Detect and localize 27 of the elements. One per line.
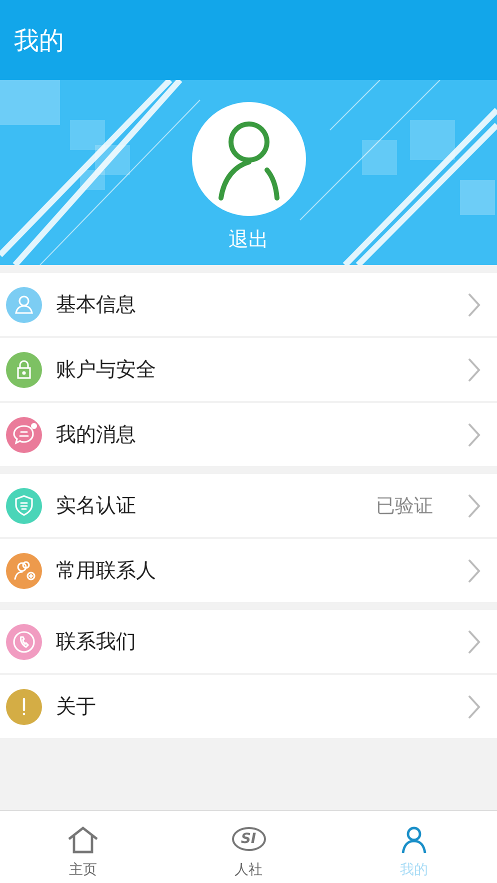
- menu-label: 我的消息: [56, 421, 137, 448]
- si-logo-icon: SI: [232, 827, 266, 851]
- menu-row[interactable]: 账户与安全: [0, 338, 497, 401]
- home-icon: [66, 825, 99, 855]
- menu-label: 关于: [56, 693, 97, 720]
- menu-label: 实名认证: [56, 492, 137, 519]
- menu-label: 联系我们: [56, 628, 137, 655]
- nav-tab[interactable]: 主页: [0, 811, 166, 883]
- menu-row[interactable]: 实名认证 已验证: [0, 474, 497, 537]
- chevron-icon: [467, 292, 481, 318]
- page-title: 我的: [14, 24, 64, 56]
- nav-tab[interactable]: SI 人社: [166, 811, 332, 883]
- chevron-icon: [467, 558, 481, 584]
- chevron-icon: [467, 422, 481, 448]
- chevron-icon: [467, 492, 481, 518]
- menu-row[interactable]: 关于: [0, 675, 497, 738]
- menu-label: 基本信息: [56, 291, 137, 318]
- chevron-icon: [467, 356, 481, 382]
- menu-row[interactable]: 常用联系人: [0, 539, 497, 602]
- chevron-icon: [467, 628, 481, 654]
- menu-row[interactable]: 联系我们: [0, 610, 497, 673]
- status-text: 已验证: [376, 494, 433, 518]
- chevron-icon: [467, 694, 481, 720]
- menu-row[interactable]: 我的消息: [0, 403, 497, 466]
- menu-label: 常用联系人: [56, 557, 157, 584]
- menu-label: 账户与安全: [56, 356, 157, 383]
- menu-row[interactable]: 基本信息: [0, 273, 497, 336]
